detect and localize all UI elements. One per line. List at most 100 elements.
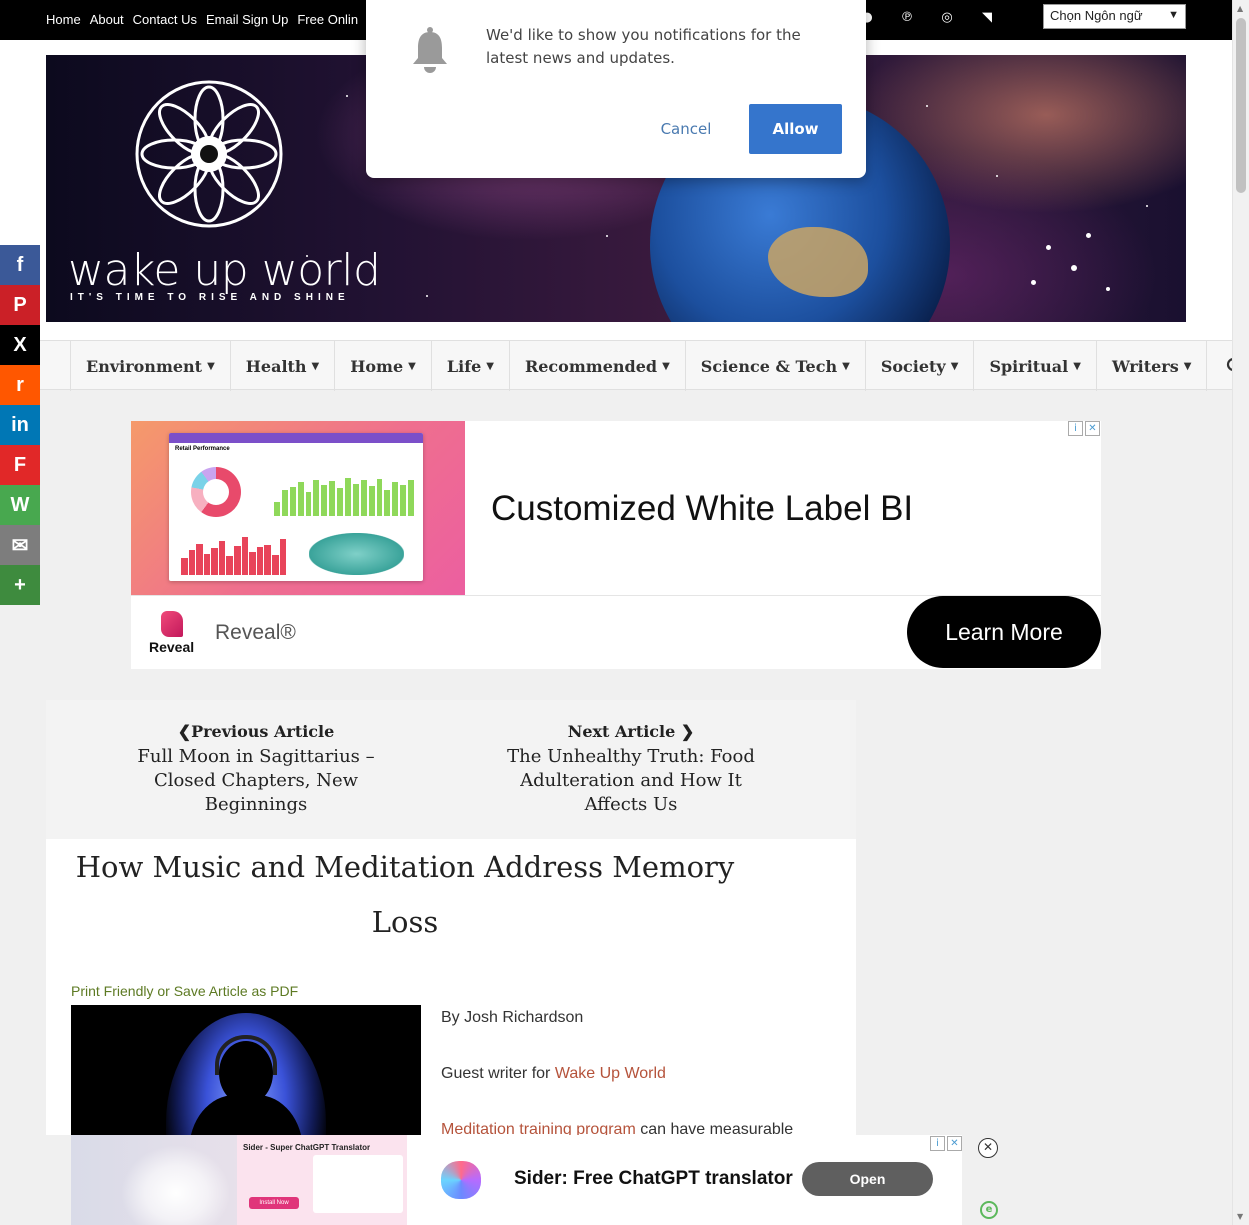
nav-label: Writers bbox=[1111, 356, 1179, 376]
notification-message: We'd like to show you notifications for … bbox=[486, 26, 801, 67]
flipboard-icon: F bbox=[13, 453, 27, 476]
language-select-value: Chọn Ngôn ngữ bbox=[1050, 8, 1143, 23]
nav-label: Health bbox=[245, 356, 307, 376]
chevron-left-icon: ❮ bbox=[177, 722, 192, 741]
nav-home[interactable]: Home ▼ bbox=[335, 341, 432, 391]
reddit-icon: r bbox=[16, 373, 24, 396]
ad-headline[interactable]: Customized White Label BI bbox=[491, 489, 913, 529]
nav-environment[interactable]: Environment ▼ bbox=[71, 341, 231, 391]
sider-ad-image-title: Sider - Super ChatGPT Translator bbox=[243, 1143, 371, 1152]
learn-more-button[interactable]: Learn More bbox=[907, 596, 1101, 668]
open-button[interactable]: Open bbox=[802, 1162, 933, 1196]
top-nav-contact[interactable]: Contact Us bbox=[133, 12, 197, 27]
whatsapp-share-button[interactable]: W bbox=[0, 485, 40, 525]
top-nav-free-online[interactable]: Free Onlin bbox=[297, 12, 358, 27]
nav-label: Recommended bbox=[524, 356, 658, 376]
wake-up-world-link[interactable]: Wake Up World bbox=[555, 1065, 666, 1082]
print-friendly-link[interactable]: Print Friendly or Save Article as PDF bbox=[71, 983, 298, 999]
sider-install-button: Install Now bbox=[249, 1197, 299, 1209]
pinterest-share-button[interactable]: P bbox=[0, 285, 40, 325]
next-article-title: The Unhealthy Truth: Food Adulteration a… bbox=[507, 746, 755, 815]
guest-writer-line: Guest writer for Wake Up World bbox=[441, 1065, 666, 1083]
pinterest-icon: P bbox=[13, 293, 27, 316]
x-icon: X bbox=[13, 333, 27, 356]
top-advertisement[interactable]: Retail Performance Customized White Labe… bbox=[131, 421, 1101, 669]
article-navigation: ❮Previous Article Full Moon in Sagittari… bbox=[46, 700, 856, 839]
next-article-link[interactable]: Next Article ❯ The Unhealthy Truth: Food… bbox=[491, 722, 771, 817]
x-share-button[interactable]: X bbox=[0, 325, 40, 365]
nav-recommended[interactable]: Recommended ▼ bbox=[510, 341, 686, 391]
nav-label: Life bbox=[446, 356, 482, 376]
nav-life[interactable]: Life ▼ bbox=[432, 341, 510, 391]
chevron-down-icon: ▼ bbox=[1168, 9, 1179, 21]
sider-ad-image: Sider - Super ChatGPT Translator Install… bbox=[71, 1135, 407, 1225]
facebook-icon: f bbox=[16, 253, 24, 276]
guest-writer-prefix: Guest writer for bbox=[441, 1065, 555, 1082]
nav-health[interactable]: Health ▼ bbox=[231, 341, 336, 391]
ad-dashboard-image: Retail Performance bbox=[131, 421, 465, 595]
rss-icon[interactable]: ◥ bbox=[978, 10, 996, 25]
next-article-label: Next Article bbox=[567, 722, 676, 741]
sider-ad-headline[interactable]: Sider: Free ChatGPT translator bbox=[514, 1168, 793, 1190]
notification-permission-dialog: We'd like to show you notifications for … bbox=[366, 0, 866, 178]
chevron-down-icon: ▼ bbox=[1183, 360, 1192, 372]
ad-info-icon[interactable]: i bbox=[1068, 421, 1083, 436]
nav-label: Environment bbox=[86, 356, 203, 376]
mandala-logo-icon bbox=[135, 80, 283, 228]
nav-society[interactable]: Society ▼ bbox=[866, 341, 975, 391]
sider-brain-icon bbox=[441, 1161, 481, 1199]
ezoic-icon[interactable]: e bbox=[980, 1201, 998, 1219]
previous-article-link[interactable]: ❮Previous Article Full Moon in Sagittari… bbox=[136, 722, 376, 817]
nav-label: Society bbox=[880, 356, 946, 376]
language-select[interactable]: Chọn Ngôn ngữ ▼ bbox=[1043, 4, 1186, 29]
nav-label: Spiritual bbox=[989, 356, 1069, 376]
ad-info-icon[interactable]: i bbox=[930, 1136, 945, 1151]
nav-label: Home bbox=[350, 356, 404, 376]
share-icon: + bbox=[14, 573, 26, 596]
close-ad-icon[interactable]: ✕ bbox=[978, 1138, 998, 1158]
chevron-down-icon: ▼ bbox=[950, 360, 959, 372]
instagram-icon[interactable]: ◎ bbox=[938, 10, 956, 25]
more-share-button[interactable]: + bbox=[0, 565, 40, 605]
email-share-button[interactable]: ✉ bbox=[0, 525, 40, 565]
reddit-share-button[interactable]: r bbox=[0, 365, 40, 405]
chevron-down-icon: ▼ bbox=[486, 360, 494, 372]
chevron-down-icon: ▼ bbox=[1073, 360, 1081, 372]
ad-brand-name[interactable]: Reveal® bbox=[215, 621, 296, 645]
facebook-share-button[interactable]: f bbox=[0, 245, 40, 285]
pinterest-icon[interactable]: ℗ bbox=[898, 10, 916, 25]
bottom-ad-choices: i ✕ bbox=[930, 1136, 962, 1151]
top-nav-email-signup[interactable]: Email Sign Up bbox=[206, 12, 288, 27]
social-share-bar: f P X r in F W ✉ + bbox=[0, 245, 40, 605]
allow-button[interactable]: Allow bbox=[749, 104, 842, 154]
top-nav-about[interactable]: About bbox=[90, 12, 124, 27]
nav-spiritual[interactable]: Spiritual ▼ bbox=[974, 341, 1097, 391]
previous-article-label: Previous Article bbox=[191, 722, 335, 741]
close-icon[interactable]: ✕ bbox=[1085, 421, 1100, 436]
top-nav-home[interactable]: Home bbox=[46, 12, 81, 27]
bell-icon bbox=[413, 27, 447, 73]
reveal-logo-text: Reveal bbox=[149, 639, 195, 655]
close-icon[interactable]: ✕ bbox=[947, 1136, 962, 1151]
ad-choices: i ✕ bbox=[1068, 421, 1100, 436]
site-logo-text: wake up world bbox=[68, 245, 381, 296]
article-byline: By Josh Richardson bbox=[441, 1009, 584, 1026]
chevron-down-icon: ▼ bbox=[408, 360, 416, 372]
chevron-down-icon: ▼ bbox=[311, 360, 320, 372]
scrollbar-thumb[interactable] bbox=[1236, 18, 1246, 193]
flipboard-share-button[interactable]: F bbox=[0, 445, 40, 485]
linkedin-share-button[interactable]: in bbox=[0, 405, 40, 445]
previous-article-title: Full Moon in Sagittarius – Closed Chapte… bbox=[137, 746, 375, 815]
nav-label: Science & Tech bbox=[700, 356, 838, 376]
nav-writers[interactable]: Writers ▼ bbox=[1097, 341, 1208, 391]
scrollbar[interactable]: ▲ ▼ bbox=[1232, 0, 1249, 1225]
chevron-down-icon: ▼ bbox=[207, 360, 215, 372]
scroll-up-icon[interactable]: ▲ bbox=[1237, 4, 1243, 13]
nav-science-tech[interactable]: Science & Tech ▼ bbox=[686, 341, 866, 391]
chevron-right-icon: ❯ bbox=[675, 722, 695, 741]
scroll-down-icon[interactable]: ▼ bbox=[1237, 1212, 1243, 1221]
cancel-button[interactable]: Cancel bbox=[646, 104, 726, 154]
site-tagline: IT'S TIME TO RISE AND SHINE bbox=[70, 292, 350, 303]
bottom-advertisement[interactable]: Sider - Super ChatGPT Translator Install… bbox=[71, 1135, 962, 1225]
article-title: How Music and Meditation Address Memory … bbox=[75, 850, 735, 939]
